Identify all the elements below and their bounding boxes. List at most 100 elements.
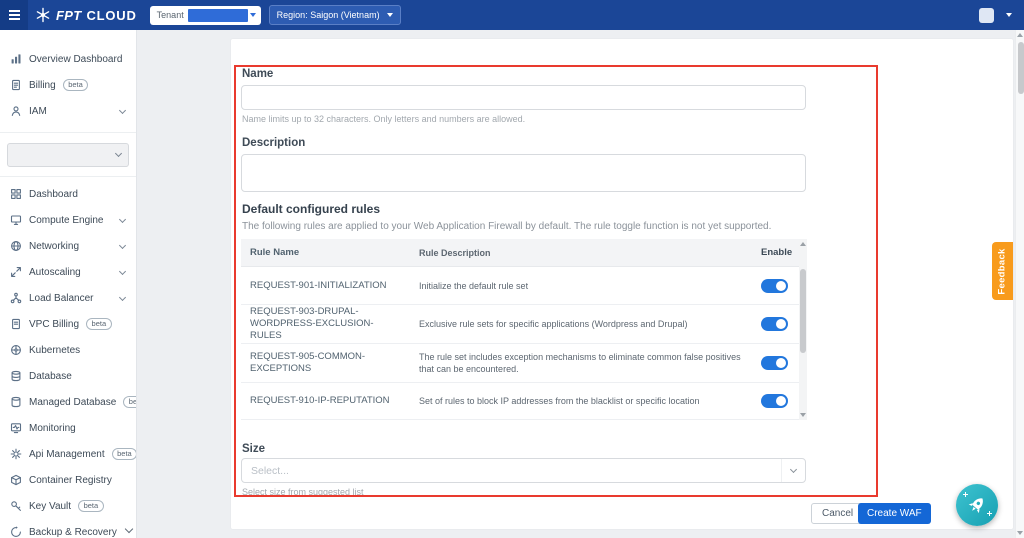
sidebar-item-label: Database bbox=[29, 371, 72, 382]
sidebar-item-api-management[interactable]: Api Management beta bbox=[0, 441, 136, 467]
sidebar-item-billing[interactable]: Billing beta bbox=[0, 72, 136, 98]
scroll-down-icon[interactable] bbox=[1017, 531, 1023, 535]
region-label: Region: Saigon (Vietnam) bbox=[277, 10, 380, 20]
fpt-logo-icon bbox=[35, 7, 51, 23]
feedback-tab[interactable]: Feedback bbox=[992, 242, 1013, 300]
name-input[interactable] bbox=[241, 85, 806, 110]
rule-name: REQUEST-910-IP-REPUTATION bbox=[241, 395, 411, 407]
sidebar-item-backup-recovery[interactable]: Backup & Recovery bbox=[0, 519, 136, 538]
name-label: Name bbox=[242, 68, 273, 80]
rule-toggle[interactable] bbox=[761, 317, 788, 331]
column-header-rule-description: Rule Description bbox=[411, 247, 751, 259]
sidebar-item-label: Backup & Recovery bbox=[29, 527, 117, 538]
scroll-up-icon[interactable] bbox=[1017, 33, 1023, 37]
chevron-down-icon bbox=[119, 242, 126, 249]
logo-brand-text: FPT bbox=[56, 8, 81, 23]
sidebar-item-autoscaling[interactable]: Autoscaling bbox=[0, 259, 136, 285]
table-row: REQUEST-910-IP-REPUTATION Set of rules t… bbox=[241, 383, 799, 420]
sidebar-top-group: Overview Dashboard Billing beta IAM bbox=[0, 46, 136, 124]
rule-name: REQUEST-905-COMMON-EXCEPTIONS bbox=[241, 351, 411, 375]
beta-badge: beta bbox=[78, 500, 104, 513]
size-placeholder: Select... bbox=[242, 465, 781, 477]
description-textarea[interactable] bbox=[241, 154, 806, 192]
sidebar-item-key-vault[interactable]: Key Vault beta bbox=[0, 493, 136, 519]
beta-badge: beta bbox=[112, 448, 137, 461]
sidebar-item-label: Api Management bbox=[29, 449, 105, 460]
column-header-rule-name: Rule Name bbox=[241, 247, 411, 259]
sidebar-item-vpc-billing[interactable]: VPC Billing beta bbox=[0, 311, 136, 337]
sidebar-item-label: Billing bbox=[29, 80, 56, 91]
tenant-dropdown[interactable]: Tenant bbox=[150, 6, 261, 25]
sidebar-item-label: Load Balancer bbox=[29, 293, 94, 304]
sidebar-item-networking[interactable]: Networking bbox=[0, 233, 136, 259]
project-selector[interactable] bbox=[7, 143, 129, 167]
chevron-down-icon bbox=[119, 216, 126, 223]
cube-icon bbox=[10, 474, 22, 486]
sidebar-item-database[interactable]: Database bbox=[0, 363, 136, 389]
rules-table: Rule Name Rule Description Enable REQUES… bbox=[241, 239, 807, 420]
cancel-button[interactable]: Cancel bbox=[811, 503, 864, 524]
scroll-down-icon[interactable] bbox=[800, 413, 806, 417]
sidebar-item-label: Overview Dashboard bbox=[29, 54, 122, 65]
sidebar-item-load-balancer[interactable]: Load Balancer bbox=[0, 285, 136, 311]
scrollbar-thumb[interactable] bbox=[1018, 42, 1024, 94]
rule-name: REQUEST-901-INITIALIZATION bbox=[241, 280, 411, 292]
description-label: Description bbox=[242, 137, 305, 149]
helm-wheel-icon bbox=[10, 344, 22, 356]
rule-description: Initialize the default rule set bbox=[411, 280, 751, 292]
beta-badge: beta bbox=[123, 396, 137, 409]
chevron-down-icon bbox=[115, 150, 122, 157]
table-row: REQUEST-903-DRUPAL-WORDPRESS-EXCLUSION-R… bbox=[241, 305, 799, 344]
rule-toggle[interactable] bbox=[761, 279, 788, 293]
ai-assistant-button[interactable] bbox=[956, 484, 998, 526]
sidebar-item-label: Networking bbox=[29, 241, 79, 252]
sidebar-item-overview-dashboard[interactable]: Overview Dashboard bbox=[0, 46, 136, 72]
database-icon bbox=[10, 370, 22, 382]
sidebar-item-dashboard[interactable]: Dashboard bbox=[0, 181, 136, 207]
chevron-down-icon bbox=[119, 294, 126, 301]
scrollbar-thumb[interactable] bbox=[800, 269, 806, 353]
chevron-down-icon bbox=[119, 268, 126, 275]
menu-toggle[interactable] bbox=[0, 0, 28, 30]
size-select[interactable]: Select... bbox=[241, 458, 806, 483]
user-icon bbox=[10, 105, 22, 117]
sidebar-item-label: Managed Database bbox=[29, 397, 116, 408]
rule-toggle[interactable] bbox=[761, 394, 788, 408]
create-waf-button[interactable]: Create WAF bbox=[858, 503, 931, 524]
bar-chart-icon bbox=[10, 53, 22, 65]
sidebar-item-monitoring[interactable]: Monitoring bbox=[0, 415, 136, 441]
sidebar-item-label: IAM bbox=[29, 106, 47, 117]
sparkle-icon bbox=[987, 511, 992, 516]
sidebar-item-container-registry[interactable]: Container Registry bbox=[0, 467, 136, 493]
chevron-down-icon bbox=[790, 466, 797, 473]
beta-badge: beta bbox=[63, 79, 89, 92]
monitor-icon bbox=[10, 214, 22, 226]
rules-heading: Default configured rules bbox=[242, 202, 380, 216]
chevron-down-icon bbox=[119, 107, 126, 114]
select-caret-box bbox=[781, 459, 805, 482]
table-scrollbar[interactable] bbox=[799, 239, 807, 420]
sidebar-item-iam[interactable]: IAM bbox=[0, 98, 136, 124]
sidebar-item-label: Kubernetes bbox=[29, 345, 80, 356]
gear-icon bbox=[10, 448, 22, 460]
region-dropdown[interactable]: Region: Saigon (Vietnam) bbox=[269, 5, 401, 25]
user-menu[interactable] bbox=[979, 0, 1012, 30]
rule-description: Exclusive rule sets for specific applica… bbox=[411, 318, 751, 330]
page-scrollbar[interactable] bbox=[1015, 30, 1024, 538]
rules-description: The following rules are applied to your … bbox=[242, 221, 771, 232]
fpt-cloud-logo: FPT CLOUD bbox=[35, 7, 137, 23]
chevron-down-icon bbox=[1006, 13, 1012, 17]
sidebar-item-compute-engine[interactable]: Compute Engine bbox=[0, 207, 136, 233]
size-helper: Select size from suggested list bbox=[242, 487, 364, 497]
sidebar-item-label: Autoscaling bbox=[29, 267, 81, 278]
sidebar-item-label: Dashboard bbox=[29, 189, 78, 200]
create-waf-panel: Name Name limits up to 32 characters. On… bbox=[230, 38, 1014, 530]
sparkle-icon bbox=[963, 492, 968, 497]
rule-toggle[interactable] bbox=[761, 356, 788, 370]
table-row: REQUEST-905-COMMON-EXCEPTIONS The rule s… bbox=[241, 344, 799, 383]
sidebar-item-kubernetes[interactable]: Kubernetes bbox=[0, 337, 136, 363]
size-label: Size bbox=[242, 443, 265, 455]
sidebar-main-group: Dashboard Compute Engine Networking Auto… bbox=[0, 181, 136, 538]
sidebar-item-managed-database[interactable]: Managed Database beta bbox=[0, 389, 136, 415]
scroll-up-icon[interactable] bbox=[800, 242, 806, 246]
